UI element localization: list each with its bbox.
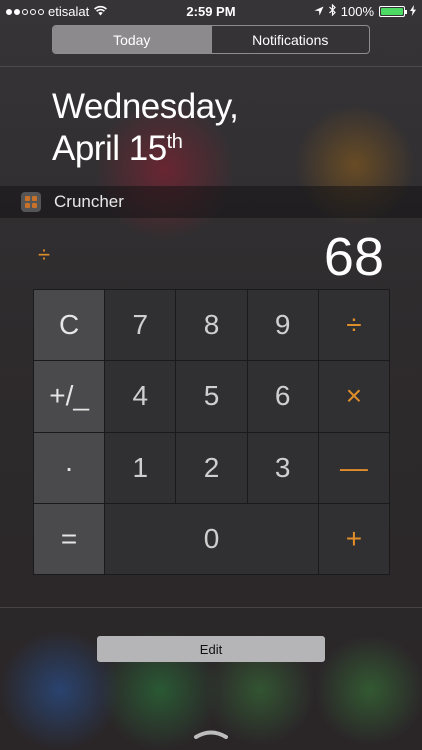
edit-button[interactable]: Edit xyxy=(97,636,325,662)
battery-percent: 100% xyxy=(340,4,374,19)
pending-operator-indicator: ÷ xyxy=(38,242,51,267)
status-bar: etisalat 2:59 PM 100% xyxy=(0,0,422,22)
digit-4-key[interactable]: 4 xyxy=(105,361,176,432)
charging-bolt-icon xyxy=(410,4,416,19)
battery-icon xyxy=(379,6,407,17)
digit-3-key[interactable]: 3 xyxy=(247,432,318,503)
digit-5-key[interactable]: 5 xyxy=(176,361,247,432)
widgets-divider xyxy=(0,607,422,608)
clear-key[interactable]: C xyxy=(34,290,105,361)
divide-key[interactable]: ÷ xyxy=(318,290,389,361)
bluetooth-icon xyxy=(328,3,336,19)
icon-cell xyxy=(32,203,37,208)
today-date: Wednesday, April 15th xyxy=(52,86,239,170)
location-arrow-icon xyxy=(314,4,324,19)
status-right: 100% xyxy=(314,3,416,19)
icon-cell xyxy=(32,196,37,201)
digit-9-key[interactable]: 9 xyxy=(247,290,318,361)
cruncher-app-icon xyxy=(21,192,41,212)
digit-7-key[interactable]: 7 xyxy=(105,290,176,361)
digit-8-key[interactable]: 8 xyxy=(176,290,247,361)
tab-today[interactable]: Today xyxy=(53,26,211,53)
calculator-display: 68 xyxy=(323,227,384,287)
widget-app-name: Cruncher xyxy=(54,192,124,211)
digit-6-key[interactable]: 6 xyxy=(247,361,318,432)
date-ordinal-suffix: th xyxy=(166,131,183,153)
digit-1-key[interactable]: 1 xyxy=(105,432,176,503)
today-notifications-segmented-control: Today Notifications xyxy=(52,25,370,54)
calculator-keypad: C 7 8 9 ÷ +/_ 4 5 6 × · 1 2 3 — = 0 + xyxy=(33,289,390,575)
date-weekday: Wednesday, xyxy=(52,87,239,126)
plus-minus-key[interactable]: +/_ xyxy=(34,361,105,432)
multiply-key[interactable]: × xyxy=(318,361,389,432)
digit-2-key[interactable]: 2 xyxy=(176,432,247,503)
digit-0-key[interactable]: 0 xyxy=(105,503,318,574)
icon-cell xyxy=(25,196,30,201)
subtract-key[interactable]: — xyxy=(318,432,389,503)
date-month-day-line: April 15th xyxy=(52,128,238,170)
chevron-grabber-icon[interactable] xyxy=(193,726,229,739)
header-divider xyxy=(0,66,422,67)
date-month-day: April 15 xyxy=(52,129,167,168)
battery-fill xyxy=(381,8,403,15)
tab-notifications[interactable]: Notifications xyxy=(210,26,370,53)
icon-cell xyxy=(25,203,30,208)
widget-header[interactable]: Cruncher xyxy=(0,186,422,218)
add-key[interactable]: + xyxy=(318,503,389,574)
decimal-key[interactable]: · xyxy=(34,432,105,503)
equals-key[interactable]: = xyxy=(34,503,105,574)
